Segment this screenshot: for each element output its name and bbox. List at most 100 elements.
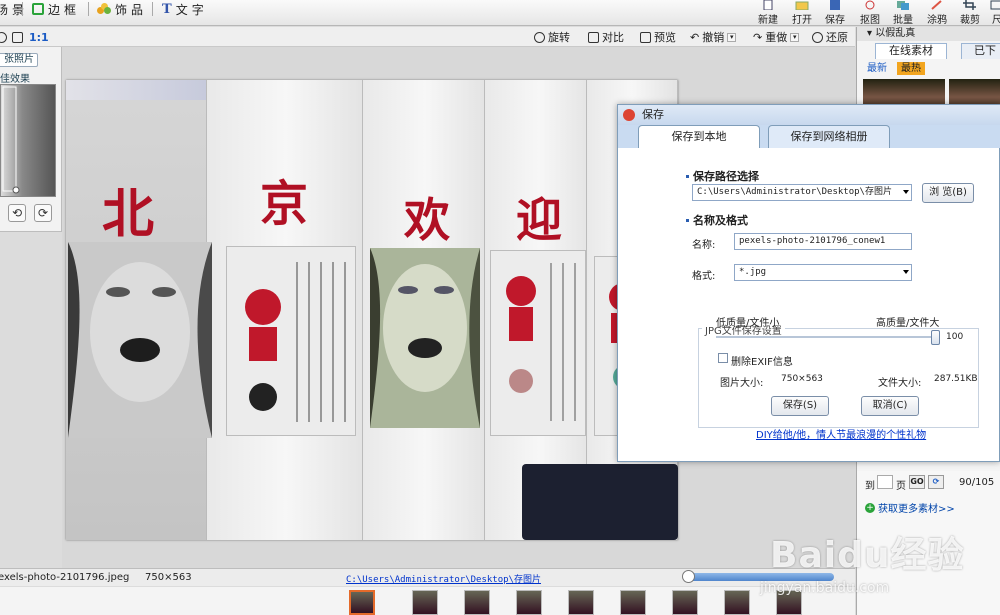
plus-icon: + — [865, 502, 875, 513]
preview-label: 预览 — [654, 31, 676, 44]
red-character: 京 — [260, 176, 309, 232]
restore-button[interactable]: 还原 — [812, 29, 848, 45]
thumbnail[interactable] — [568, 590, 594, 615]
crop-icon — [963, 0, 976, 10]
restore-icon — [812, 31, 823, 43]
save-tool-button[interactable]: 保存 — [825, 0, 845, 26]
quality-slider[interactable] — [716, 336, 938, 338]
tab-scene[interactable]: 场景 — [0, 0, 28, 18]
rotate-button[interactable]: 旋转 — [534, 29, 570, 45]
collapse-icon[interactable]: ▾ — [867, 28, 872, 39]
tab-decoration-label: 饰品 — [115, 2, 148, 17]
undo-button[interactable]: ↶ 撤销 ▾ — [690, 29, 737, 45]
browse-button[interactable]: 浏 览(B) — [922, 183, 974, 203]
rotate-right-button[interactable]: ⟳ — [34, 204, 52, 222]
tab-save-album[interactable]: 保存到网络相册 — [768, 125, 890, 148]
undo-dropdown-icon[interactable]: ▾ — [727, 32, 737, 42]
goto-prefix: 到 — [865, 481, 875, 492]
open-button[interactable]: 打开 — [792, 0, 812, 26]
file-name: exels-photo-2101796.jpeg — [0, 572, 130, 583]
actual-size-button[interactable]: 1:1 — [29, 29, 49, 45]
file-size-label: 文件大小: — [878, 378, 922, 389]
redo-icon: ↷ — [753, 30, 763, 44]
red-character: 北 — [102, 184, 155, 245]
redo-dropdown-icon[interactable]: ▾ — [790, 32, 800, 42]
tab-save-local[interactable]: 保存到本地 — [638, 125, 760, 148]
tab-decoration[interactable]: 饰品 — [97, 0, 147, 18]
format-value: *.jpg — [739, 267, 767, 277]
tab-downloaded[interactable]: 已下 — [961, 43, 1000, 59]
redo-label: 重做 — [765, 31, 788, 44]
tab-text[interactable]: T 文字 — [162, 0, 208, 18]
name-label: 名称: — [692, 240, 716, 251]
promo-link[interactable]: DIY给他/他，情人节最浪漫的个性礼物 — [756, 426, 926, 441]
save-dialog: 保存 保存到本地 保存到网络相册 保存路径选择 C:\Users\Adminis… — [617, 104, 1000, 462]
divider — [22, 2, 23, 16]
path-section-title: 保存路径选择 — [686, 168, 759, 184]
image-size-value: 750×563 — [781, 374, 823, 384]
thumbnail[interactable] — [412, 590, 438, 615]
tab-text-label: 文字 — [175, 2, 208, 17]
save-tool-label: 保存 — [825, 15, 845, 26]
save-button[interactable]: 保存(S) — [771, 396, 829, 416]
tab-frame[interactable]: 边框 — [32, 0, 80, 18]
doodle-button[interactable]: 涂鸦 — [927, 0, 947, 26]
open-label: 打开 — [792, 15, 812, 26]
more-materials-link[interactable]: + 获取更多素材>> — [865, 500, 955, 515]
preview-selection — [2, 86, 20, 194]
tab-newest[interactable]: 最新 — [863, 62, 891, 75]
format-select[interactable]: *.jpg — [734, 264, 912, 281]
red-character: 迎 — [516, 193, 562, 247]
restore-label: 还原 — [826, 31, 848, 44]
rotate-left-button[interactable]: ⟲ — [8, 204, 26, 222]
thumbnail[interactable] — [516, 590, 542, 615]
save-path-select[interactable]: C:\Users\Administrator\Desktop\存图片 — [692, 184, 912, 201]
file-size-value: 287.51KB — [934, 374, 978, 384]
format-label: 格式: — [692, 271, 716, 282]
thumbnail[interactable] — [464, 590, 490, 615]
tab-online-material[interactable]: 在线素材 — [875, 43, 947, 59]
go-button[interactable]: GO — [909, 475, 925, 489]
photo-count-button[interactable]: 张照片 — [0, 53, 38, 67]
path-section-label: 保存路径选择 — [693, 170, 759, 183]
tab-hottest[interactable]: 最热 — [897, 62, 925, 75]
dialog-titlebar[interactable]: 保存 — [618, 105, 1000, 125]
page-input[interactable] — [877, 475, 893, 489]
red-character: 欢 — [404, 193, 450, 247]
zoom-in-button[interactable] — [0, 29, 7, 45]
chevron-down-icon — [903, 190, 909, 194]
new-button[interactable]: 新建 — [758, 0, 778, 26]
thumbnail[interactable] — [620, 590, 646, 615]
edited-photo[interactable]: 北 京 欢 迎 — [66, 80, 678, 540]
refresh-icon[interactable]: ⟳ — [928, 475, 944, 489]
decoration-icon — [97, 3, 111, 15]
bullet-icon — [686, 218, 689, 222]
redo-button[interactable]: ↷ 重做 ▾ — [753, 29, 800, 45]
remove-exif-checkbox[interactable] — [718, 353, 728, 363]
quality-slider-knob[interactable] — [931, 330, 940, 345]
size-icon — [990, 0, 1000, 10]
preview-button[interactable]: 预览 — [640, 29, 676, 45]
papercut-artwork — [226, 246, 356, 436]
file-name-input[interactable]: pexels-photo-2101796_conew1 — [734, 233, 912, 250]
panel-title: ▾ 以假乱真 — [857, 27, 1000, 41]
size-button[interactable]: 尺 — [990, 0, 1000, 26]
cancel-button[interactable]: 取消(C) — [861, 396, 919, 416]
effect-label: 佳效果 — [0, 74, 30, 85]
save-path-value: C:\Users\Administrator\Desktop\存图片 — [697, 187, 892, 197]
fit-button[interactable] — [12, 29, 23, 45]
thumbnail[interactable] — [349, 590, 375, 615]
thumbnail[interactable] — [724, 590, 750, 615]
cutout-button[interactable]: 抠图 — [860, 0, 880, 26]
batch-button[interactable]: 批量 — [893, 0, 913, 26]
zoom-slider-knob[interactable] — [682, 570, 695, 583]
compare-button[interactable]: 对比 — [588, 29, 624, 45]
save-path-link[interactable]: C:\Users\Administrator\Desktop\存图片 — [346, 572, 541, 585]
effect-preview[interactable] — [0, 84, 56, 197]
tinted-portrait — [370, 248, 480, 428]
crop-button[interactable]: 裁剪 — [960, 0, 980, 26]
crop-label: 裁剪 — [960, 15, 980, 26]
effect-panel: 张照片 佳效果 ⟲ ⟳ — [0, 47, 62, 232]
cutout-icon — [865, 0, 875, 10]
thumbnail[interactable] — [672, 590, 698, 615]
